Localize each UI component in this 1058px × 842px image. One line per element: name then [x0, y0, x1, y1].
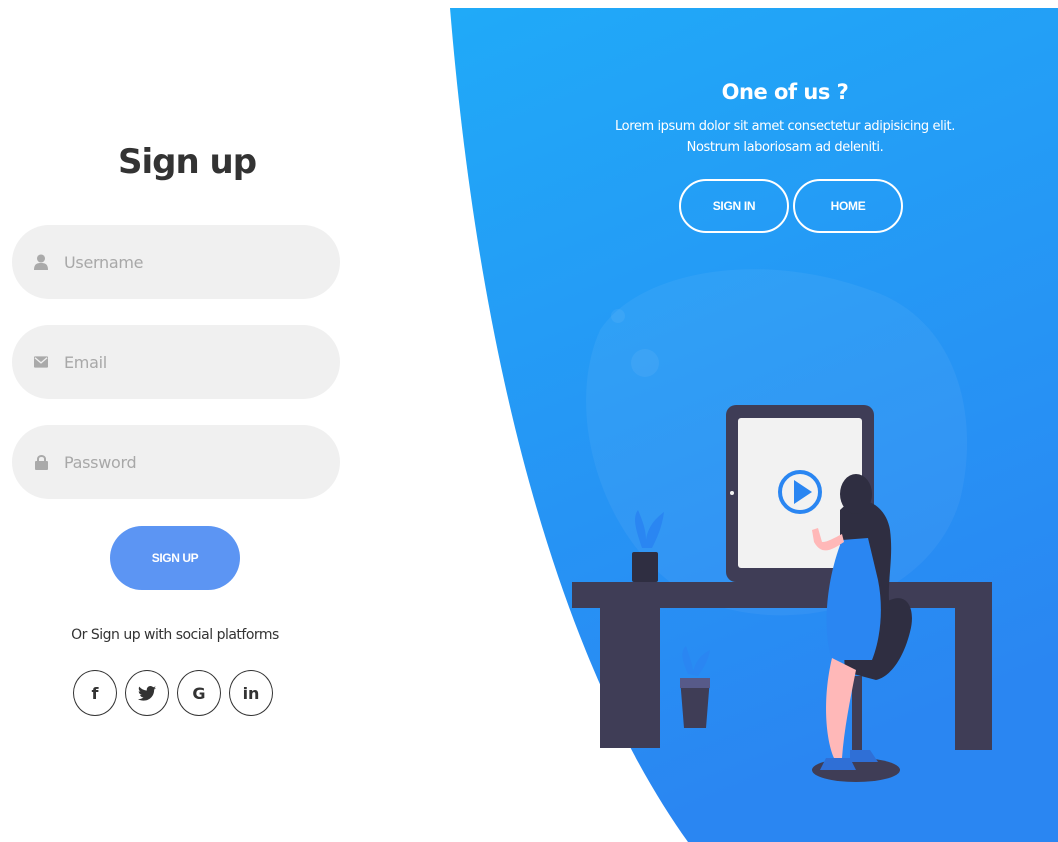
lock-icon: [34, 454, 48, 470]
linkedin-icon: in: [242, 683, 260, 703]
social-platforms-text: Or Sign up with social platforms: [71, 627, 279, 643]
sign-in-button[interactable]: SIGN IN: [679, 179, 789, 233]
facebook-icon: f: [91, 683, 99, 703]
floor-plant: [680, 646, 710, 728]
email-input[interactable]: [64, 352, 314, 372]
password-field[interactable]: [12, 425, 340, 499]
twitter-button[interactable]: [125, 670, 169, 716]
right-panel: One of us ? Lorem ipsum dolor sit amet c…: [560, 80, 1010, 233]
username-field[interactable]: [12, 225, 340, 299]
desk-illustration: [572, 405, 992, 782]
envelope-icon: [34, 354, 48, 370]
linkedin-button[interactable]: in: [229, 670, 273, 716]
twitter-icon: [138, 685, 156, 701]
email-field[interactable]: [12, 325, 340, 399]
social-links: f G in: [73, 670, 273, 716]
facebook-button[interactable]: f: [73, 670, 117, 716]
google-icon: G: [192, 683, 206, 703]
panel-buttons: SIGN IN HOME: [560, 179, 1010, 233]
sign-up-button[interactable]: SIGN UP: [110, 526, 240, 590]
password-input[interactable]: [64, 452, 314, 472]
desk-plant: [632, 510, 664, 582]
google-button[interactable]: G: [177, 670, 221, 716]
panel-description: Lorem ipsum dolor sit amet consectetur a…: [560, 116, 1010, 158]
signup-title: Sign up: [118, 142, 257, 182]
panel-title: One of us ?: [721, 80, 849, 104]
desk: [572, 582, 992, 750]
home-button[interactable]: HOME: [793, 179, 903, 233]
username-input[interactable]: [64, 252, 314, 272]
panel-description-line-1: Lorem ipsum dolor sit amet consectetur a…: [615, 119, 955, 134]
panel-description-line-2: Nostrum laboriosam ad deleniti.: [686, 140, 884, 155]
user-icon: [34, 254, 48, 270]
